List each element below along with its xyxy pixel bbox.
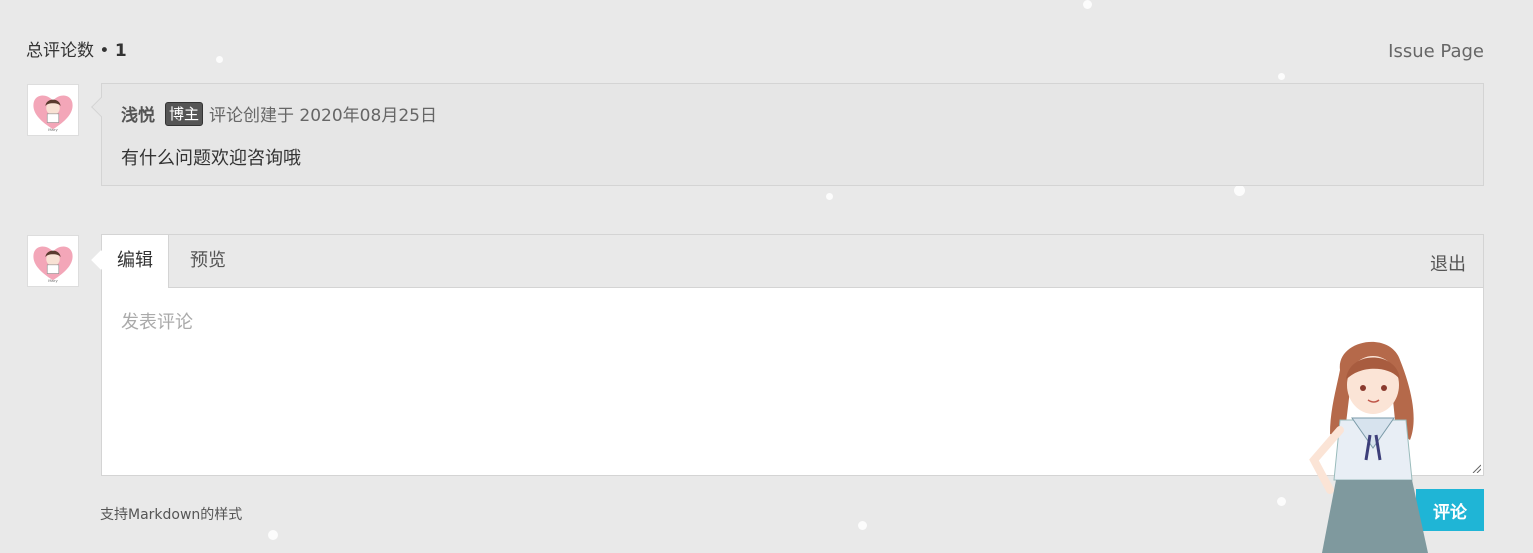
comment-author-avatar: Mary bbox=[27, 84, 79, 136]
heart-portrait-avatar-icon: Mary bbox=[33, 246, 73, 283]
owner-badge: 博主 bbox=[165, 101, 204, 126]
svg-text:Mary: Mary bbox=[48, 278, 58, 283]
snow-particle bbox=[858, 521, 867, 530]
comment-count: 总评论数 • 1 bbox=[26, 36, 127, 61]
current-user-avatar: Mary bbox=[27, 235, 79, 287]
heart-portrait-avatar-icon: Mary bbox=[33, 95, 73, 132]
comment-count-label: 总评论数 • bbox=[26, 41, 110, 61]
snow-particle bbox=[1277, 497, 1286, 506]
snow-particle bbox=[1083, 0, 1092, 9]
tab-preview[interactable]: 预览 bbox=[175, 235, 241, 288]
snow-particle bbox=[216, 56, 223, 63]
comment-textarea[interactable] bbox=[102, 288, 1483, 475]
tab-edit[interactable]: 编辑 bbox=[102, 235, 169, 289]
snow-particle bbox=[1234, 185, 1245, 196]
snow-particle bbox=[268, 530, 278, 540]
issue-page-link[interactable]: Issue Page bbox=[1388, 41, 1484, 62]
resize-grip-icon[interactable] bbox=[1471, 463, 1481, 473]
comment-item: 浅悦 博主 评论创建于 2020年08月25日 有什么问题欢迎咨询哦 bbox=[91, 83, 1484, 186]
snow-particle bbox=[1278, 73, 1285, 80]
comment-count-value: 1 bbox=[114, 41, 127, 61]
comment-header: 浅悦 博主 评论创建于 2020年08月25日 bbox=[121, 101, 437, 126]
logout-button[interactable]: 退出 bbox=[1430, 250, 1466, 276]
comment-editor: 编辑 预览 退出 bbox=[91, 234, 1484, 476]
comment-pointer bbox=[91, 97, 111, 117]
anime-girl-mascot-icon[interactable] bbox=[1300, 330, 1430, 553]
markdown-tip[interactable]: 支持Markdown的样式 bbox=[100, 504, 242, 524]
svg-text:Mary: Mary bbox=[48, 127, 58, 132]
snow-particle bbox=[826, 193, 833, 200]
comment-created-date: 评论创建于 2020年08月25日 bbox=[209, 106, 437, 126]
editor-toolbar: 编辑 预览 退出 bbox=[102, 235, 1483, 289]
comment-body: 有什么问题欢迎咨询哦 bbox=[121, 148, 301, 169]
comment-author[interactable]: 浅悦 bbox=[121, 101, 155, 126]
